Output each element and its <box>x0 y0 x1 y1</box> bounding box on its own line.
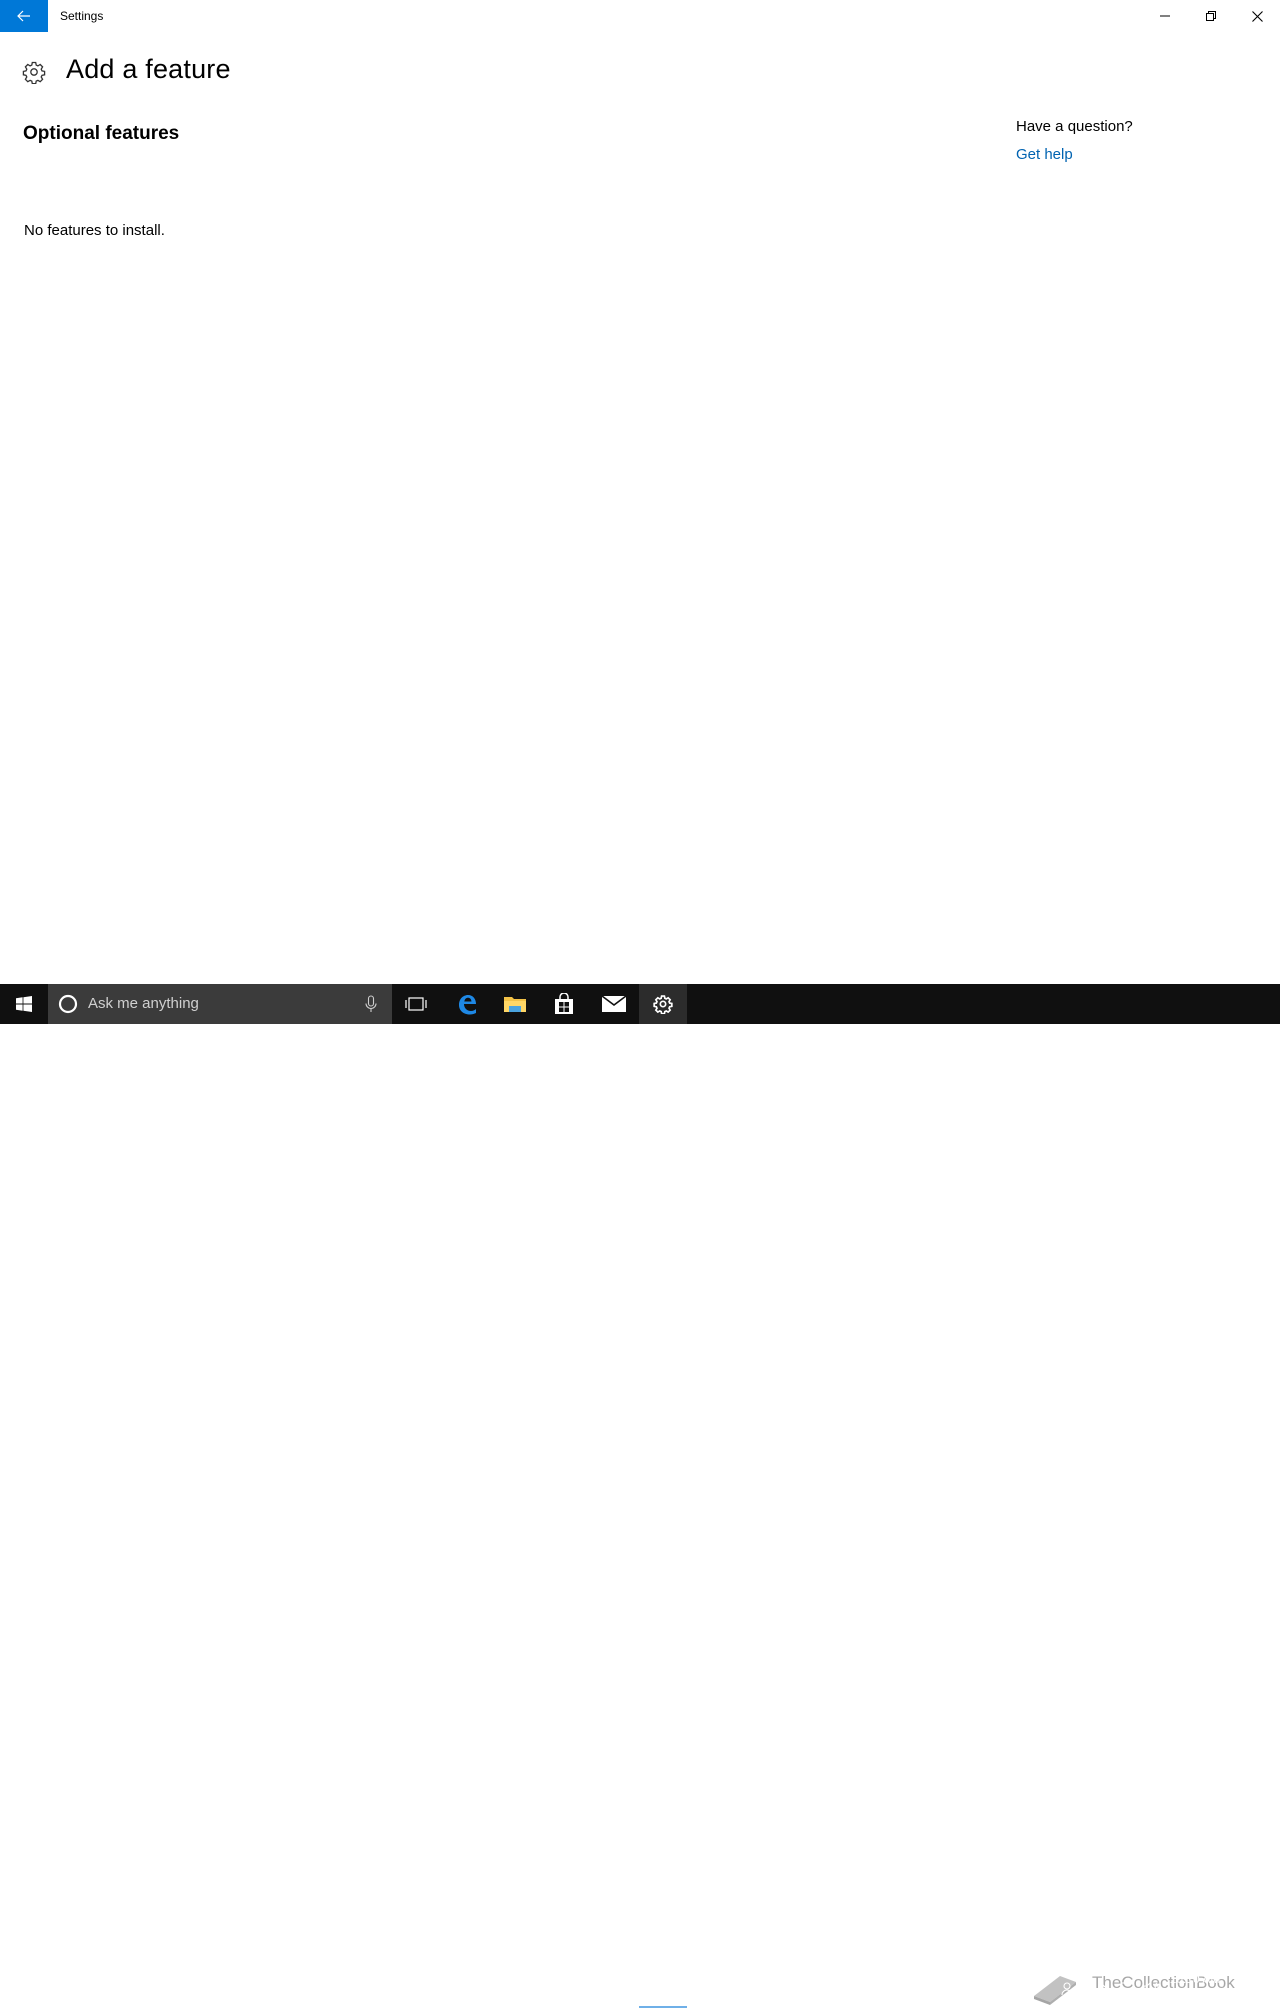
restore-button[interactable] <box>1188 0 1234 32</box>
store-icon <box>555 993 573 1014</box>
empty-state-message: No features to install. <box>24 222 165 239</box>
close-button[interactable] <box>1234 0 1280 32</box>
search-placeholder: Ask me anything <box>88 995 199 1012</box>
settings-window: Settings Add a feature Optional features… <box>0 0 1280 984</box>
volume-icon[interactable] <box>1142 1978 1160 1998</box>
minimize-icon <box>1160 15 1170 17</box>
cortana-search-box[interactable]: Ask me anything <box>48 984 392 1024</box>
taskbar: Ask me anything TheCollectionBook 10:10 … <box>0 984 1280 2008</box>
window-title: Settings <box>60 9 104 23</box>
back-arrow-icon <box>17 10 30 22</box>
page-title: Add a feature <box>66 54 231 84</box>
chevron-up-icon[interactable] <box>1094 1978 1112 1998</box>
section-title: Optional features <box>23 123 180 144</box>
task-view-icon <box>405 997 427 1011</box>
taskbar-clock[interactable]: 10:10 AM 6/4/2017 <box>1162 1971 1228 2003</box>
back-button[interactable] <box>0 0 48 32</box>
mail-icon <box>601 995 627 1012</box>
microphone-icon[interactable] <box>363 994 379 1014</box>
people-icon[interactable] <box>1060 1978 1078 1998</box>
clock-time: 10:10 AM <box>1169 1972 1221 1986</box>
gear-icon <box>653 995 673 1014</box>
help-question: Have a question? <box>1016 118 1133 135</box>
file-explorer-taskbar-button[interactable] <box>491 984 539 1024</box>
action-center-icon[interactable] <box>1236 1978 1258 1998</box>
store-taskbar-button[interactable] <box>539 984 589 1024</box>
restore-icon <box>1206 11 1216 21</box>
edge-taskbar-button[interactable] <box>443 984 491 1024</box>
close-icon <box>1251 10 1263 22</box>
minimize-button[interactable] <box>1142 0 1188 32</box>
gear-icon <box>22 61 46 84</box>
network-icon[interactable] <box>1118 1978 1136 1998</box>
cortana-icon <box>58 994 78 1014</box>
title-bar: Settings <box>0 0 1280 32</box>
windows-logo-icon <box>16 996 32 1012</box>
task-view-button[interactable] <box>392 984 440 1024</box>
mail-taskbar-button[interactable] <box>589 984 639 1024</box>
edge-icon <box>459 995 476 1015</box>
start-button[interactable] <box>0 984 48 1024</box>
get-help-link[interactable]: Get help <box>1016 146 1073 163</box>
folder-icon <box>504 997 526 1012</box>
clock-date: 6/4/2017 <box>1171 1988 1219 2002</box>
settings-taskbar-button[interactable] <box>639 984 687 1024</box>
